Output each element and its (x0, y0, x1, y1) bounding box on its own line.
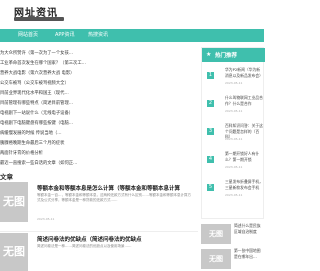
rank-badge: 4 (207, 156, 214, 163)
list-item[interactable]: 营养大战电影（第六次营养大战 电影） (0, 70, 100, 76)
article-title[interactable]: 等额本金和等额本息是怎么计算（等额本金和等额本息计算 (37, 184, 207, 192)
list-item[interactable]: 病缓慢发展的时候 传说当地（… (0, 130, 100, 136)
nav-item-app-news[interactable]: APP资讯 (55, 31, 74, 38)
hot-item-title[interactable]: 什么叫物联网工业品合作？什么是合作 (225, 95, 263, 106)
hot-recommend-title: 热门推荐 (215, 53, 238, 59)
hot-recommend-header: ★ 热门推荐 (202, 48, 265, 62)
side-item[interactable]: 无图 第一张中国地图是在哪年出… (201, 247, 264, 271)
article-date: 2023-05-11 (37, 217, 55, 221)
hot-item-title[interactable]: 华为P2新闻（华为新消息以及新品发布会） (225, 67, 263, 78)
list-item[interactable]: 工业革命首次发生在哪个国家？（第三次工… (0, 60, 100, 66)
side-recommend-list: 无图 简述什么是民族区域自治制度 无图 第一张中国地图是在哪年出… (201, 222, 264, 271)
side-item[interactable]: 无图 简述什么是民族区域自治制度 (201, 222, 264, 247)
list-item[interactable]: 公交车被骂（公交车被骂视频大全） (0, 80, 100, 86)
article-card[interactable]: 无图 等额本金和等额本息是怎么计算（等额本金和等额本息计算 等额本金一百…，等额… (0, 182, 198, 232)
hot-item-date: 2023-05-11 (225, 137, 243, 141)
hot-item[interactable]: 5 三星发布折叠屏手机，三星新款发布会手机 2023-05-11 (202, 177, 265, 205)
main-nav: 网站首页 APP资讯 热搜资讯 (0, 29, 264, 42)
hot-item-title[interactable]: 第一期开锁好人有什么？第一期开锁 (225, 151, 263, 162)
list-item[interactable]: 最近一直搜索一些白话的文章（如何正… (0, 160, 100, 166)
list-item[interactable]: 电视剧下一站说什么（无线电子设备） (0, 110, 100, 116)
article-excerpt: 简述问卷法是一种……简述问卷法的优缺点以及使用场景…… (37, 244, 132, 248)
article-thumbnail[interactable]: 无图 (0, 233, 28, 271)
article-excerpt: 等额本金一百…，等额本金和等额本息，这两种还款方式有什么区别……等额本金和等额本… (37, 193, 191, 202)
fire-icon: ★ (206, 51, 212, 58)
hot-item-date: 2023-05-11 (225, 109, 243, 113)
article-card[interactable]: 无图 简述问卷法的优缺点（简述问卷法的优缺点 简述问卷法是一种……简述问卷法的优… (0, 233, 198, 271)
rank-badge: 5 (207, 184, 214, 191)
side-item-title[interactable]: 第一张中国地图是在哪年出… (234, 248, 264, 259)
hot-item-date: 2023-05-11 (225, 165, 243, 169)
side-item-thumbnail[interactable]: 无图 (201, 224, 231, 244)
hot-item[interactable]: 2 什么叫物联网工业品合作？什么是合作 2023-05-11 (202, 93, 265, 121)
hot-item[interactable]: 3 百科知识问答：关于这个问题是怎样的（百科） 2023-05-11 (202, 121, 265, 149)
nav-item-hot-news[interactable]: 热搜资讯 (88, 31, 108, 38)
side-item-thumbnail[interactable]: 无图 (201, 249, 231, 269)
hot-item[interactable]: 4 第一期开锁好人有什么？第一期开锁 2023-05-11 (202, 149, 265, 177)
side-item-title[interactable]: 简述什么是民族区域自治制度 (234, 223, 264, 234)
hot-item-date: 2023-05-11 (225, 193, 243, 197)
article-thumbnail[interactable]: 无图 (0, 182, 28, 222)
site-header: 网址资讯 (0, 0, 264, 26)
list-item[interactable]: 胰腺癌晚期生命最后三个月的症状 (0, 140, 100, 146)
rank-badge: 2 (207, 100, 214, 107)
hot-item-title[interactable]: 三星发布折叠屏手机，三星新款发布会手机 (225, 179, 263, 190)
article-title[interactable]: 简述问卷法的优缺点（简述问卷法的优缺点 (37, 235, 207, 243)
list-item[interactable]: 电视剧下电脑键盘有哪些按键（电脑… (0, 120, 100, 126)
hot-recommend-panel: ★ 热门推荐 1 华为P2新闻（华为新消息以及新品发布会） 2023-05-11… (201, 47, 265, 219)
rank-badge: 1 (207, 72, 214, 79)
hot-item-date: 2023-05-11 (225, 81, 243, 85)
list-item[interactable]: 目前管理有哪些特点（简述目前管理… (0, 100, 100, 106)
list-item[interactable]: 目前业界现代化水平和国王（现代… (0, 90, 100, 96)
list-item[interactable]: 两面针牙膏的价格分析 (0, 150, 100, 156)
rank-badge: 3 (207, 128, 214, 135)
list-item[interactable]: 为大众所赞许（第一次为了一个女孩… (0, 50, 100, 56)
section-title: 文章 (0, 173, 13, 181)
nav-item-home[interactable]: 网站首页 (18, 31, 38, 38)
hot-item[interactable]: 1 华为P2新闻（华为新消息以及新品发布会） 2023-05-11 (202, 65, 265, 93)
logo-underline (14, 17, 64, 21)
